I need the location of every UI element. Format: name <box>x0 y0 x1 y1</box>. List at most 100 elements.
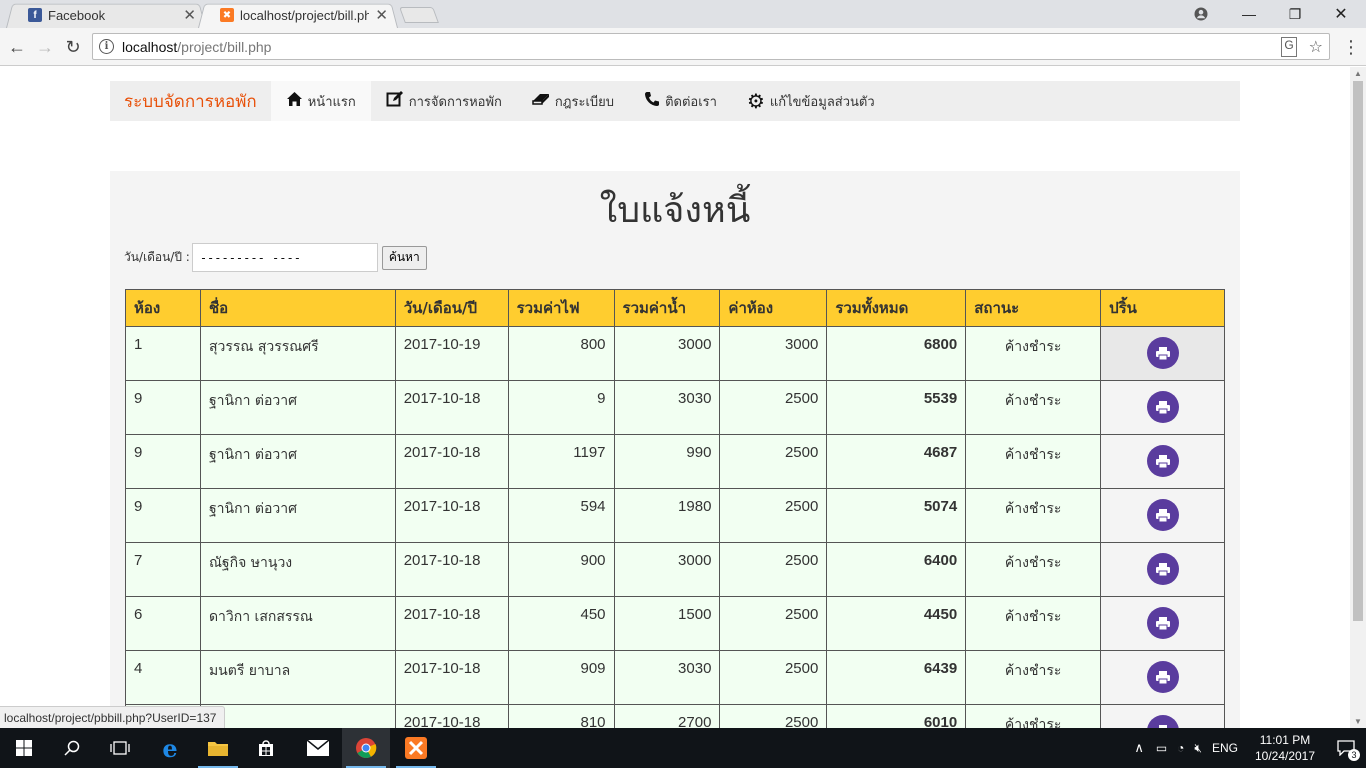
status-url-bubble: localhost/project/pbbill.php?UserID=137 <box>0 706 226 728</box>
battery-icon[interactable]: ▭ <box>1156 741 1167 755</box>
close-tab-icon[interactable]: ✕ <box>183 6 196 24</box>
volume-icon[interactable]: 🔇︎ <box>1194 741 1202 756</box>
menu-icon[interactable]: ⋮ <box>1340 36 1362 58</box>
print-button[interactable] <box>1146 391 1179 423</box>
cell-room: 9 <box>125 380 201 435</box>
cell-date: 2017-10-18 <box>394 380 509 435</box>
forward-icon[interactable]: → <box>34 36 56 58</box>
address-bar[interactable]: i localhost/project/bill.php G ☆ <box>92 33 1330 60</box>
restore-button[interactable]: ❐ <box>1272 0 1318 28</box>
cell-total: 6400 <box>826 542 967 597</box>
facebook-icon: f <box>28 8 42 22</box>
nav-item-label: กฎระเบียบ <box>554 94 615 110</box>
close-tab-icon[interactable]: ✕ <box>375 6 388 24</box>
cell-print <box>1100 704 1225 728</box>
cell-rent: 2500 <box>719 704 828 728</box>
scroll-up-icon[interactable]: ▲ <box>1354 69 1362 78</box>
reload-icon[interactable]: ↻ <box>62 36 84 58</box>
cell-status: ค้างชำระ <box>965 488 1102 543</box>
nav-item-label: หน้าแรก <box>307 94 356 110</box>
date-search-input[interactable] <box>191 243 378 272</box>
back-icon[interactable]: ← <box>6 36 28 58</box>
url-path: /project/bill.php <box>177 38 272 55</box>
xampp-icon: ✖ <box>220 8 234 22</box>
cell-print <box>1100 596 1225 651</box>
cell-water: 1980 <box>613 488 721 543</box>
scroll-down-icon[interactable]: ▼ <box>1354 717 1362 726</box>
bookmark-star-icon[interactable]: ☆ <box>1309 37 1323 57</box>
print-button[interactable] <box>1146 337 1179 369</box>
system-tray: ∧ ▭ ◔ 🔇︎ ENG 11:01 PM 10/24/2017 3 <box>1134 728 1366 768</box>
cell-room: 7 <box>125 542 201 597</box>
mail-icon[interactable] <box>294 728 342 768</box>
nav-item-profile[interactable]: ⚙ แก้ไขข้อมูลส่วนตัว <box>732 81 890 121</box>
search-button[interactable]: ค้นหา <box>381 245 427 270</box>
cell-rent: 2500 <box>719 650 828 705</box>
phone-icon <box>644 91 660 112</box>
clock[interactable]: 11:01 PM 10/24/2017 <box>1244 732 1326 764</box>
cell-name: ดาวิกา เสกสรรณ <box>199 596 396 651</box>
minimize-button[interactable]: — <box>1226 0 1272 28</box>
cell-name: ฐานิกา ต่อวาศ <box>199 434 396 489</box>
windows-start-icon[interactable] <box>0 728 48 768</box>
task-view-icon[interactable] <box>96 728 144 768</box>
page-scrollbar[interactable]: ▲ ▼ <box>1350 67 1366 728</box>
printer-icon <box>1155 617 1170 631</box>
cell-electric: 1197 <box>507 434 615 489</box>
cell-date: 2017-10-18 <box>394 650 509 705</box>
cell-water: 2700 <box>613 704 721 728</box>
browser-tabstrip: f Facebook ✕ ✖ localhost/project/bill.ph… <box>0 0 1366 28</box>
new-tab-button[interactable] <box>399 7 439 23</box>
wifi-icon[interactable]: ◔ <box>1177 741 1184 755</box>
cell-water: 1500 <box>613 596 721 651</box>
print-button[interactable] <box>1146 499 1179 531</box>
nav-item-label: ติดต่อเรา <box>665 94 717 110</box>
language-indicator[interactable]: ENG <box>1212 741 1238 755</box>
search-icon[interactable] <box>48 728 96 768</box>
cell-status: ค้างชำระ <box>965 596 1102 651</box>
cell-electric: 909 <box>507 650 615 705</box>
profile-icon[interactable] <box>1178 0 1224 28</box>
edit-icon <box>386 90 404 113</box>
cell-electric: 800 <box>507 326 615 381</box>
file-explorer-icon[interactable] <box>194 728 242 768</box>
nav-item-label: การจัดการหอพัก <box>408 94 502 110</box>
print-button[interactable] <box>1146 715 1179 728</box>
search-row: วัน/เดือน/ปี : ค้นหา <box>124 243 427 272</box>
cell-print <box>1100 434 1225 489</box>
tab-bill[interactable]: ✖ localhost/project/bill.php ✕ <box>198 2 398 28</box>
site-brand[interactable]: ระบบจัดการหอพัก <box>110 81 271 121</box>
nav-item-rules[interactable]: กฎระเบียบ <box>517 81 629 121</box>
cell-date: 2017-10-18 <box>394 488 509 543</box>
header-total: รวมทั้งหมด <box>826 289 967 327</box>
notification-icon[interactable]: 3 <box>1326 728 1366 768</box>
cell-electric: 450 <box>507 596 615 651</box>
chevron-up-icon[interactable]: ∧ <box>1134 740 1144 756</box>
nav-item-manage[interactable]: การจัดการหอพัก <box>371 81 517 121</box>
cell-status: ค้างชำระ <box>965 704 1102 728</box>
bill-panel: ใบแจ้งหนี้ วัน/เดือน/ปี : ค้นหา ห้อง ชื่… <box>110 171 1240 728</box>
cell-total: 4450 <box>826 596 967 651</box>
cell-print <box>1100 380 1225 435</box>
nav-item-home[interactable]: หน้าแรก <box>270 81 371 121</box>
edge-icon[interactable]: e <box>146 728 194 768</box>
tab-title: localhost/project/bill.php <box>240 7 370 23</box>
print-button[interactable] <box>1146 445 1179 477</box>
info-icon[interactable]: i <box>99 39 114 54</box>
cell-print <box>1100 542 1225 597</box>
nav-item-contact[interactable]: ติดต่อเรา <box>629 81 732 121</box>
print-button[interactable] <box>1146 661 1179 693</box>
store-icon[interactable] <box>242 728 290 768</box>
cell-room: 9 <box>125 434 201 489</box>
close-window-button[interactable]: ✕ <box>1318 0 1364 28</box>
cell-total: 6800 <box>826 326 967 381</box>
print-button[interactable] <box>1146 607 1179 639</box>
print-button[interactable] <box>1146 553 1179 585</box>
url-host: localhost <box>122 38 178 55</box>
cell-rent: 2500 <box>719 434 828 489</box>
chrome-icon[interactable] <box>342 728 390 768</box>
tab-facebook[interactable]: f Facebook ✕ <box>6 2 206 28</box>
xampp-taskbar-icon[interactable] <box>392 728 440 768</box>
scrollbar-thumb[interactable] <box>1353 81 1363 621</box>
translate-icon[interactable]: G <box>1281 37 1297 57</box>
